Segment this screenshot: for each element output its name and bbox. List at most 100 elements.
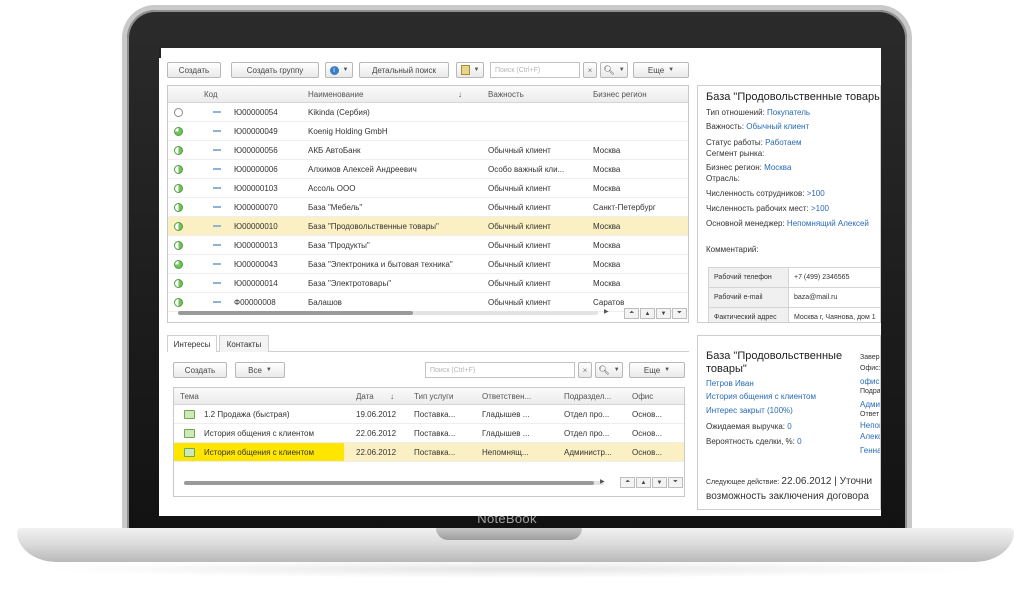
search-input[interactable]: Поиск (Ctrl+F): [490, 62, 580, 78]
right-col-2[interactable]: офис: [860, 377, 880, 386]
workplaces-link[interactable]: >100: [811, 204, 829, 213]
revenue-value[interactable]: 0: [787, 422, 791, 431]
create-interest-button[interactable]: Создать: [173, 362, 227, 378]
col-date[interactable]: Дата: [356, 392, 374, 401]
cell-date: 22.06.2012: [356, 429, 397, 438]
table-row[interactable]: Ю00000014 База "Электротовары" Обычный кли…: [168, 274, 688, 293]
table-row[interactable]: Ю00000043 База "Электроника и бытовая тех…: [168, 255, 688, 274]
cell-importance: Обычный клиент: [488, 260, 551, 269]
col-service[interactable]: Тип услуги: [414, 392, 454, 401]
employees-label: Численность сотрудников:: [706, 189, 805, 198]
nav-down-button[interactable]: ▼: [656, 308, 671, 319]
table-row[interactable]: Ю00000103 Ассоль ООО Обычный клиент Москва: [168, 179, 688, 198]
contact-row: Фактический адрес Москва г, Чаянова, дом …: [708, 307, 880, 322]
clients-table-header: Код Наименование ↓ Важность Бизнес регио…: [168, 86, 688, 103]
importance-link[interactable]: Обычный клиент: [746, 122, 809, 131]
probability-label: Вероятность сделки, %:: [706, 437, 795, 446]
interest-status-link[interactable]: Интерес закрыт (100%): [706, 406, 793, 415]
interest-history-link[interactable]: История общения с клиентом: [706, 392, 816, 401]
first-icon: ⏶: [625, 479, 630, 485]
chevron-down-icon: ▼: [473, 67, 480, 73]
table-row[interactable]: Ю00000049 Koenig Holding GmbH: [168, 122, 688, 141]
col-responsible[interactable]: Ответствен...: [482, 392, 531, 401]
interest-more-button[interactable]: Еще ▼: [629, 362, 685, 378]
table-row[interactable]: Ю00000070 База "Мебель" Обычный клиент Санк…: [168, 198, 688, 217]
search-icon: 🔍︎: [603, 64, 615, 75]
scroll-right-icon[interactable]: ▶: [600, 478, 605, 485]
tab-contacts[interactable]: Контакты: [219, 335, 269, 352]
table-row[interactable]: 1.2 Продажа (быстрая) 19.06.2012 Поставка.…: [174, 405, 684, 424]
cell-code: Ю00000056: [234, 146, 278, 155]
nav-last-button[interactable]: ⏷: [672, 308, 687, 319]
window-corner-mark: [159, 48, 161, 58]
work-status-label: Статус работы:: [706, 138, 763, 147]
nav-up-button[interactable]: ▲: [640, 308, 655, 319]
table-row[interactable]: Ю00000054 Kikinda (Сербия): [168, 103, 688, 122]
interest-person-link[interactable]: Петров Иван: [706, 379, 754, 388]
tab-interests[interactable]: Интересы: [167, 335, 217, 352]
col-name[interactable]: Наименование: [308, 90, 363, 99]
right-col-6[interactable]: Непом: [860, 421, 880, 430]
revenue-label: Ожидаемая выручка:: [706, 422, 785, 431]
create-button[interactable]: Создать: [167, 62, 221, 78]
filter-select[interactable]: Все ▼: [235, 362, 285, 378]
col-region[interactable]: Бизнес регион: [593, 90, 647, 99]
status-circle-icon: [174, 241, 183, 250]
status-circle-icon: [174, 165, 183, 174]
right-col-4[interactable]: Адми: [860, 400, 880, 409]
cell-region: Санкт-Петербург: [593, 203, 656, 212]
cell-importance: Особо важный кли...: [488, 165, 565, 174]
interests-nav-down-button[interactable]: ▼: [652, 477, 667, 488]
cell-code: Ю00000054: [234, 108, 278, 117]
table-row[interactable]: Ю00000006 Алхимов Алексей Андреевич Особо …: [168, 160, 688, 179]
scroll-right-icon[interactable]: ▶: [604, 308, 609, 315]
interests-nav-last-button[interactable]: ⏷: [668, 477, 683, 488]
search-icon: 🔍︎: [598, 364, 610, 375]
more-button[interactable]: Еще ▼: [633, 62, 689, 78]
region-link[interactable]: Москва: [764, 163, 791, 172]
report-menu-button[interactable]: ▼: [456, 62, 484, 78]
scrollbar-thumb[interactable]: [178, 311, 413, 315]
employees-link[interactable]: >100: [807, 189, 825, 198]
table-row[interactable]: История общения с клиентом 22.06.2012 Пост…: [174, 424, 684, 443]
clear-search-button[interactable]: ×: [583, 62, 597, 78]
contact-label: Рабочий e-mail: [708, 287, 789, 308]
table-row[interactable]: Ю00000013 База "Продукты" Обычный клиент Мо…: [168, 236, 688, 255]
nav-first-button[interactable]: ⏶: [624, 308, 639, 319]
manager-link[interactable]: Непомнящий Алексей: [787, 219, 869, 228]
region-label: Бизнес регион:: [706, 163, 762, 172]
probability-value[interactable]: 0: [797, 437, 801, 446]
cell-name: Балашов: [308, 298, 342, 307]
col-office[interactable]: Офис: [632, 392, 653, 401]
right-col-8[interactable]: Генна: [860, 446, 880, 455]
col-code[interactable]: Код: [204, 90, 218, 99]
table-row[interactable]: Ф00000008 Балашов Обычный клиент Саратов: [168, 293, 688, 312]
cell-code: Ю00000010: [234, 222, 278, 231]
work-status-link[interactable]: Работаем: [765, 138, 801, 147]
info-menu-button[interactable]: i ▼: [325, 62, 353, 78]
interest-search-input[interactable]: Поиск (Ctrl+F): [425, 362, 575, 378]
table-row[interactable]: Ю00000010 База "Продовольственные товары"…: [168, 217, 688, 236]
laptop-notch: [436, 528, 582, 540]
table-row[interactable]: Ю00000056 АКБ АвтоБанк Обычный клиент Москв…: [168, 141, 688, 160]
right-col-0: Завер: [860, 354, 880, 361]
relation-link[interactable]: Покупатель: [767, 108, 810, 117]
col-importance[interactable]: Важность: [488, 90, 524, 99]
right-col-7[interactable]: Алекс: [860, 432, 880, 441]
clear-interest-search-button[interactable]: ×: [578, 362, 592, 378]
interests-nav-up-button[interactable]: ▲: [636, 477, 651, 488]
item-marker-icon: [213, 111, 221, 113]
cell-name: База "Продукты": [308, 241, 370, 250]
col-topic[interactable]: Тема: [180, 392, 199, 401]
col-department[interactable]: Подраздел...: [564, 392, 611, 401]
search-button[interactable]: 🔍︎ ▼: [600, 62, 628, 78]
contact-value: baza@mail.ru: [788, 287, 880, 308]
revenue-row: Ожидаемая выручка: 0: [706, 422, 792, 431]
detailed-search-button[interactable]: Детальный поиск: [359, 62, 449, 78]
interests-nav-first-button[interactable]: ⏶: [620, 477, 635, 488]
create-group-button[interactable]: Создать группу: [231, 62, 319, 78]
chevron-down-icon: ▼: [664, 367, 671, 373]
interests-scrollbar-thumb[interactable]: [184, 481, 594, 485]
interest-search-button[interactable]: 🔍︎ ▼: [595, 362, 623, 378]
table-row[interactable]: История общения с клиентом 22.06.2012 Пост…: [174, 443, 684, 462]
